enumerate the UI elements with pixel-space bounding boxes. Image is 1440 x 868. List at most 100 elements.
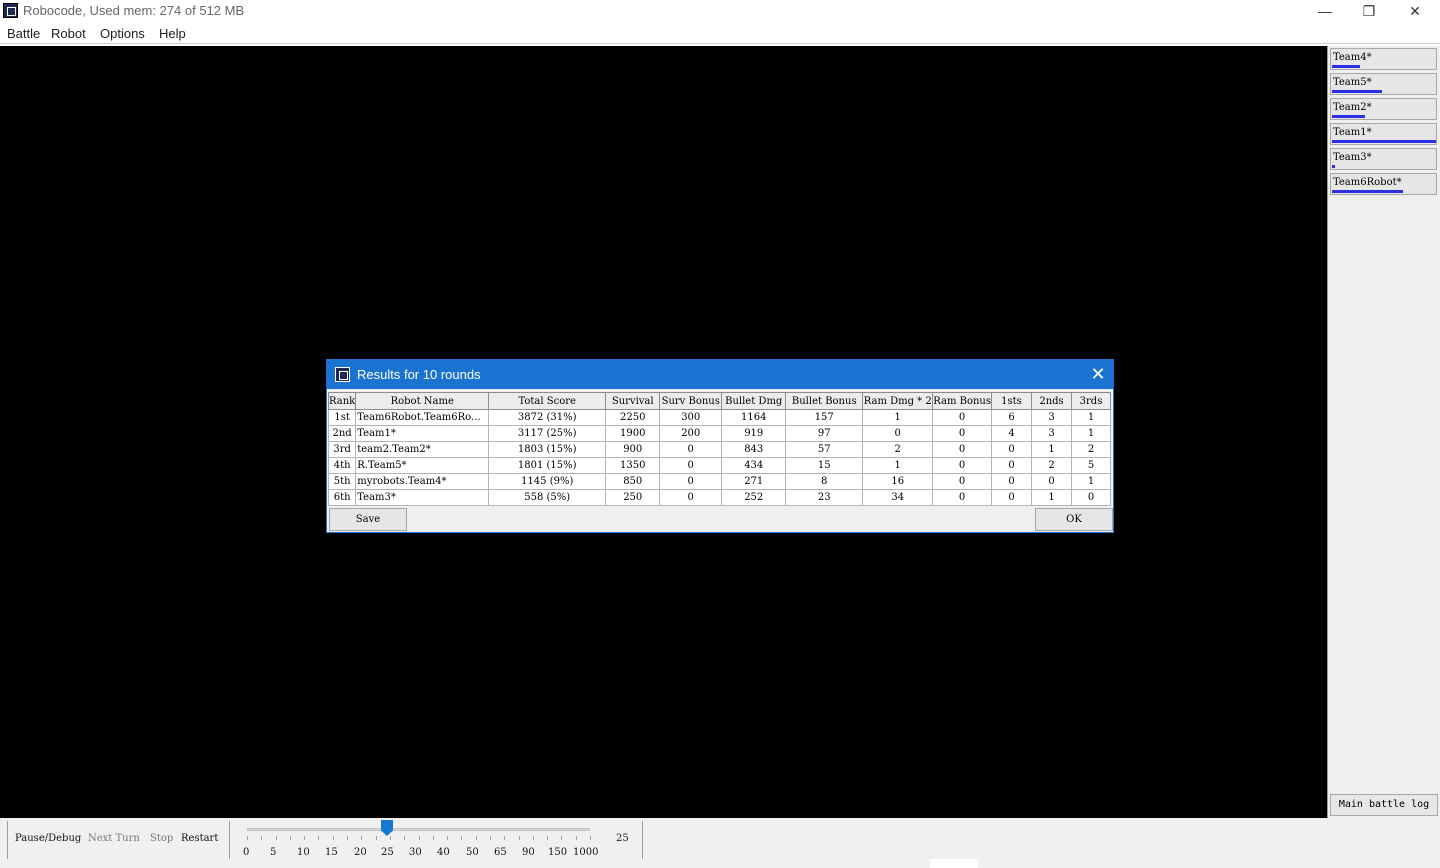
table-cell: 4	[991, 425, 1032, 442]
dialog-close-icon[interactable]: ✕	[1087, 363, 1109, 385]
column-header[interactable]: Surv Bonus	[659, 392, 723, 410]
slider-tick	[361, 836, 362, 840]
slider-tick	[333, 836, 334, 840]
table-cell: 0	[932, 457, 992, 474]
robot-button-label: Team1*	[1333, 127, 1372, 138]
robocode-app-icon	[3, 3, 18, 18]
table-cell: 0	[932, 409, 992, 426]
table-cell: 23	[785, 489, 864, 506]
table-row[interactable]: 3rd team2.Team2* 1803 (15%) 900 0 843 57 2 0 0 1 2	[327, 441, 1111, 458]
robot-button-label: Team3*	[1333, 152, 1372, 163]
table-cell: 0	[932, 425, 992, 442]
table-cell: 1350	[605, 457, 661, 474]
minimize-icon[interactable]: —	[1302, 0, 1348, 22]
speed-slider-thumb[interactable]	[381, 820, 393, 836]
menu-help[interactable]: Help	[159, 26, 186, 41]
next-turn-button[interactable]: Next Turn	[88, 833, 140, 844]
robot-button-label: Team4*	[1333, 52, 1372, 63]
table-cell: 200	[659, 425, 723, 442]
column-header[interactable]: 2nds	[1031, 392, 1072, 410]
table-cell: Team3*	[355, 489, 490, 506]
robot-button-team4[interactable]: Team4*	[1330, 48, 1437, 70]
results-table-body: 1st Team6Robot.Team6Ro... 3872 (31%) 2250 30…	[327, 409, 1111, 506]
table-cell: Team1*	[355, 425, 490, 442]
save-button[interactable]: Save	[329, 508, 407, 531]
robot-button-team5[interactable]: Team5*	[1330, 73, 1437, 95]
results-table: Rank Robot Name Total Score Survival Sur…	[327, 392, 1111, 506]
robot-buttons-panel: Team4* Team5* Team2* Team1* Team3* Team6…	[1327, 46, 1440, 818]
table-cell: 157	[785, 409, 864, 426]
column-header[interactable]: Total Score	[488, 392, 607, 410]
table-cell: R.Team5*	[355, 457, 490, 474]
menu-options[interactable]: Options	[100, 26, 145, 41]
table-row[interactable]: 2nd Team1* 3117 (25%) 1900 200 919 97 0 0 4 3 1	[327, 425, 1111, 442]
table-cell: 1801 (15%)	[488, 457, 607, 474]
slider-tick-label: 50	[466, 847, 479, 858]
energy-bar	[1332, 65, 1360, 68]
table-cell: 0	[659, 473, 723, 490]
table-cell: 5th	[327, 473, 357, 490]
table-row[interactable]: 1st Team6Robot.Team6Ro... 3872 (31%) 2250 30…	[327, 409, 1111, 426]
robot-button-team6robot[interactable]: Team6Robot*	[1330, 173, 1437, 195]
robot-button-label: Team5*	[1333, 77, 1372, 88]
stop-button[interactable]: Stop	[150, 833, 173, 844]
table-cell: 1	[1071, 409, 1111, 426]
table-cell: myrobots.Team4*	[355, 473, 490, 490]
table-cell: 2	[1031, 457, 1072, 474]
slider-tick-label: 65	[494, 847, 507, 858]
table-cell: 0	[932, 441, 992, 458]
table-row[interactable]: 5th myrobots.Team4* 1145 (9%) 850 0 271 8 16 0 0 0…	[327, 473, 1111, 490]
speed-slider-track[interactable]	[247, 828, 590, 831]
column-header[interactable]: Rank	[327, 392, 357, 410]
slider-tick-label: 90	[522, 847, 535, 858]
robot-button-label: Team6Robot*	[1333, 177, 1402, 188]
slider-tick	[376, 836, 377, 840]
robot-button-team3[interactable]: Team3*	[1330, 148, 1437, 170]
slider-tick	[347, 836, 348, 840]
menu-robot[interactable]: Robot	[51, 26, 86, 41]
table-cell: team2.Team2*	[355, 441, 490, 458]
table-cell: 1900	[605, 425, 661, 442]
menu-bar: Battle Robot Options Help	[0, 23, 1440, 44]
table-cell: 3872 (31%)	[488, 409, 607, 426]
column-header[interactable]: Bullet Dmg	[721, 392, 787, 410]
restart-button[interactable]: Restart	[181, 833, 218, 844]
column-header[interactable]: Bullet Bonus	[785, 392, 864, 410]
slider-tick	[590, 836, 591, 840]
energy-bar	[1332, 190, 1403, 193]
table-cell: 0	[932, 473, 992, 490]
maximize-icon[interactable]: ❐	[1346, 0, 1392, 22]
pause-debug-button[interactable]: Pause/Debug	[15, 833, 81, 844]
table-cell: 1	[1071, 425, 1111, 442]
table-cell: 3rd	[327, 441, 357, 458]
table-cell: 0	[991, 473, 1032, 490]
column-header[interactable]: Robot Name	[355, 392, 490, 410]
column-header[interactable]: 1sts	[991, 392, 1032, 410]
slider-tick-label: 15	[325, 847, 338, 858]
main-battle-log-button[interactable]: Main battle log	[1330, 794, 1438, 816]
table-header-row: Rank Robot Name Total Score Survival Sur…	[327, 392, 1111, 410]
robot-button-team1[interactable]: Team1*	[1330, 123, 1437, 145]
ok-button[interactable]: OK	[1035, 508, 1113, 531]
window-title: Robocode, Used mem: 274 of 512 MB	[23, 3, 245, 18]
close-icon[interactable]: ✕	[1392, 0, 1438, 22]
table-cell: 850	[605, 473, 661, 490]
column-header[interactable]: Ram Bonus	[932, 392, 992, 410]
robot-button-team2[interactable]: Team2*	[1330, 98, 1437, 120]
table-cell: 3117 (25%)	[488, 425, 607, 442]
table-row[interactable]: 4th R.Team5* 1801 (15%) 1350 0 434 15 1 0 0 2 5	[327, 457, 1111, 474]
robocode-dialog-icon	[335, 367, 350, 382]
table-cell: 0	[1031, 473, 1072, 490]
column-header[interactable]: Survival	[605, 392, 661, 410]
table-cell: 2250	[605, 409, 661, 426]
slider-tick-label: 25	[381, 847, 394, 858]
slider-tick-label: 40	[437, 847, 450, 858]
table-cell: 558 (5%)	[488, 489, 607, 506]
table-row[interactable]: 6th Team3* 558 (5%) 250 0 252 23 34 0 0 1 0	[327, 489, 1111, 506]
column-header[interactable]: 3rds	[1071, 392, 1111, 410]
column-header[interactable]: Ram Dmg * 2	[862, 392, 934, 410]
menu-battle[interactable]: Battle	[7, 26, 40, 41]
table-cell: 2nd	[327, 425, 357, 442]
slider-tick	[304, 836, 305, 840]
table-cell: 3	[1031, 425, 1072, 442]
